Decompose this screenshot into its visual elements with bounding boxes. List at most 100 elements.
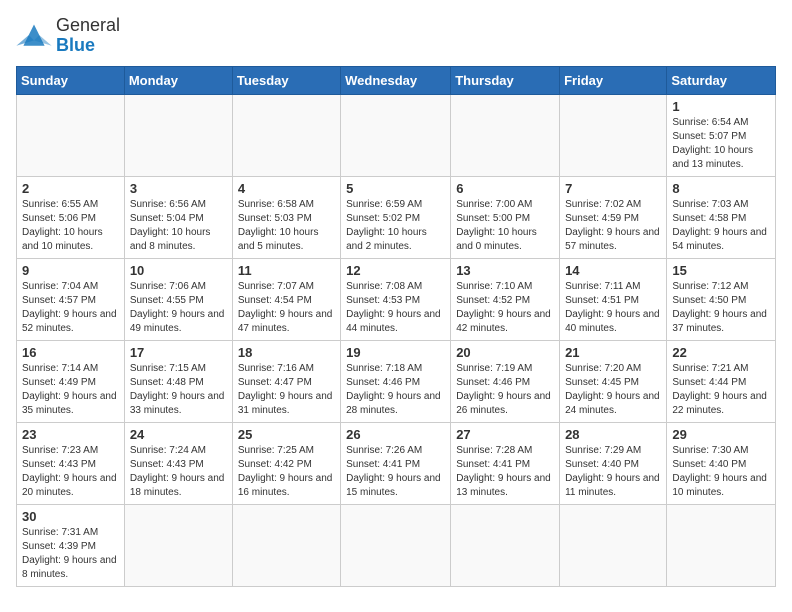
day-number: 11	[238, 263, 335, 278]
calendar-cell: 24 Sunrise: 7:24 AMSunset: 4:43 PMDayligh…	[124, 422, 232, 504]
day-info: Sunrise: 6:59 AMSunset: 5:02 PMDaylight:…	[346, 198, 445, 254]
weekday-header-saturday: Saturday	[667, 66, 776, 94]
day-info: Sunrise: 7:26 AMSunset: 4:41 PMDaylight:…	[346, 444, 445, 500]
day-number: 15	[672, 263, 770, 278]
calendar-cell: 13Sunrise: 7:10 AMSunset: 4:52 PMDayligh…	[451, 258, 560, 340]
day-info: Sunrise: 7:00 AMSunset: 5:00 PMDaylight:…	[456, 198, 554, 254]
calendar-cell: 8 Sunrise: 7:03 AMSunset: 4:58 PMDaylight…	[667, 176, 776, 258]
weekday-header-thursday: Thursday	[451, 66, 560, 94]
calendar-cell: 3 Sunrise: 6:56 AMSunset: 5:04 PMDaylight…	[124, 176, 232, 258]
day-number: 2	[22, 181, 119, 196]
calendar-cell	[124, 94, 232, 176]
calendar-cell: 1 Sunrise: 6:54 AMSunset: 5:07 PMDaylight…	[667, 94, 776, 176]
weekday-header-friday: Friday	[560, 66, 667, 94]
day-info: Sunrise: 7:30 AMSunset: 4:40 PMDaylight:…	[672, 444, 770, 500]
day-info: Sunrise: 7:23 AMSunset: 4:43 PMDaylight:…	[22, 444, 119, 500]
day-info: Sunrise: 7:08 AMSunset: 4:53 PMDaylight:…	[346, 280, 445, 336]
day-number: 27	[456, 427, 554, 442]
day-number: 23	[22, 427, 119, 442]
calendar-cell: 26 Sunrise: 7:26 AMSunset: 4:41 PMDayligh…	[341, 422, 451, 504]
day-number: 30	[22, 509, 119, 524]
day-number: 4	[238, 181, 335, 196]
calendar-cell: 18 Sunrise: 7:16 AMSunset: 4:47 PMDayligh…	[232, 340, 340, 422]
day-info: Sunrise: 7:31 AMSunset: 4:39 PMDaylight:…	[22, 526, 119, 582]
weekday-header-tuesday: Tuesday	[232, 66, 340, 94]
day-number: 26	[346, 427, 445, 442]
day-number: 6	[456, 181, 554, 196]
day-info: Sunrise: 7:12 AMSunset: 4:50 PMDaylight:…	[672, 280, 770, 336]
day-info: Sunrise: 7:29 AMSunset: 4:40 PMDaylight:…	[565, 444, 661, 500]
calendar-cell: 21Sunrise: 7:20 AMSunset: 4:45 PMDayligh…	[560, 340, 667, 422]
day-number: 28	[565, 427, 661, 442]
day-info: Sunrise: 7:14 AMSunset: 4:49 PMDaylight:…	[22, 362, 119, 418]
day-number: 18	[238, 345, 335, 360]
day-number: 8	[672, 181, 770, 196]
calendar-cell: 6 Sunrise: 7:00 AMSunset: 5:00 PMDaylight…	[451, 176, 560, 258]
day-number: 1	[672, 99, 770, 114]
calendar-week-5: 30 Sunrise: 7:31 AMSunset: 4:39 PMDayligh…	[17, 504, 776, 586]
calendar-cell: 9Sunrise: 7:04 AMSunset: 4:57 PMDaylight…	[17, 258, 125, 340]
day-number: 16	[22, 345, 119, 360]
calendar-cell	[667, 504, 776, 586]
day-info: Sunrise: 7:04 AMSunset: 4:57 PMDaylight:…	[22, 280, 119, 336]
calendar-cell: 29 Sunrise: 7:30 AMSunset: 4:40 PMDayligh…	[667, 422, 776, 504]
day-info: Sunrise: 7:15 AMSunset: 4:48 PMDaylight:…	[130, 362, 227, 418]
calendar-cell: 11 Sunrise: 7:07 AMSunset: 4:54 PMDayligh…	[232, 258, 340, 340]
calendar-cell	[341, 504, 451, 586]
calendar-cell: 27 Sunrise: 7:28 AMSunset: 4:41 PMDayligh…	[451, 422, 560, 504]
day-info: Sunrise: 7:25 AMSunset: 4:42 PMDaylight:…	[238, 444, 335, 500]
calendar-cell	[451, 94, 560, 176]
calendar-cell: 10 Sunrise: 7:06 AMSunset: 4:55 PMDayligh…	[124, 258, 232, 340]
calendar-cell: 25 Sunrise: 7:25 AMSunset: 4:42 PMDayligh…	[232, 422, 340, 504]
day-number: 14	[565, 263, 661, 278]
calendar-table: SundayMondayTuesdayWednesdayThursdayFrid…	[16, 66, 776, 587]
calendar-week-2: 9Sunrise: 7:04 AMSunset: 4:57 PMDaylight…	[17, 258, 776, 340]
day-number: 7	[565, 181, 661, 196]
day-number: 5	[346, 181, 445, 196]
day-info: Sunrise: 7:06 AMSunset: 4:55 PMDaylight:…	[130, 280, 227, 336]
logo-blue-text: Blue	[56, 35, 95, 55]
day-info: Sunrise: 7:24 AMSunset: 4:43 PMDaylight:…	[130, 444, 227, 500]
calendar-week-3: 16 Sunrise: 7:14 AMSunset: 4:49 PMDayligh…	[17, 340, 776, 422]
weekday-header-wednesday: Wednesday	[341, 66, 451, 94]
calendar-cell	[232, 94, 340, 176]
day-info: Sunrise: 6:56 AMSunset: 5:04 PMDaylight:…	[130, 198, 227, 254]
day-info: Sunrise: 7:19 AMSunset: 4:46 PMDaylight:…	[456, 362, 554, 418]
day-info: Sunrise: 7:07 AMSunset: 4:54 PMDaylight:…	[238, 280, 335, 336]
calendar-cell	[560, 504, 667, 586]
calendar-cell: 5 Sunrise: 6:59 AMSunset: 5:02 PMDaylight…	[341, 176, 451, 258]
calendar-cell	[451, 504, 560, 586]
day-info: Sunrise: 7:02 AMSunset: 4:59 PMDaylight:…	[565, 198, 661, 254]
weekday-header-sunday: Sunday	[17, 66, 125, 94]
calendar-cell: 19Sunrise: 7:18 AMSunset: 4:46 PMDayligh…	[341, 340, 451, 422]
day-info: Sunrise: 7:11 AMSunset: 4:51 PMDaylight:…	[565, 280, 661, 336]
day-number: 21	[565, 345, 661, 360]
calendar-cell: 4Sunrise: 6:58 AMSunset: 5:03 PMDaylight…	[232, 176, 340, 258]
day-number: 3	[130, 181, 227, 196]
calendar-cell: 17 Sunrise: 7:15 AMSunset: 4:48 PMDayligh…	[124, 340, 232, 422]
day-number: 10	[130, 263, 227, 278]
calendar-cell	[124, 504, 232, 586]
calendar-cell: 2 Sunrise: 6:55 AMSunset: 5:06 PMDaylight…	[17, 176, 125, 258]
calendar-cell: 23 Sunrise: 7:23 AMSunset: 4:43 PMDayligh…	[17, 422, 125, 504]
day-info: Sunrise: 7:16 AMSunset: 4:47 PMDaylight:…	[238, 362, 335, 418]
day-info: Sunrise: 6:55 AMSunset: 5:06 PMDaylight:…	[22, 198, 119, 254]
calendar-cell: 28 Sunrise: 7:29 AMSunset: 4:40 PMDayligh…	[560, 422, 667, 504]
calendar-cell	[341, 94, 451, 176]
day-info: Sunrise: 6:54 AMSunset: 5:07 PMDaylight:…	[672, 116, 770, 172]
calendar-cell: 15 Sunrise: 7:12 AMSunset: 4:50 PMDayligh…	[667, 258, 776, 340]
day-number: 20	[456, 345, 554, 360]
day-info: Sunrise: 7:28 AMSunset: 4:41 PMDaylight:…	[456, 444, 554, 500]
calendar-cell	[560, 94, 667, 176]
logo: GeneralBlue	[16, 16, 120, 56]
day-number: 25	[238, 427, 335, 442]
logo-icon	[16, 21, 52, 51]
day-info: Sunrise: 7:03 AMSunset: 4:58 PMDaylight:…	[672, 198, 770, 254]
calendar-cell	[232, 504, 340, 586]
day-number: 17	[130, 345, 227, 360]
day-number: 13	[456, 263, 554, 278]
day-info: Sunrise: 7:21 AMSunset: 4:44 PMDaylight:…	[672, 362, 770, 418]
day-number: 29	[672, 427, 770, 442]
day-number: 24	[130, 427, 227, 442]
calendar-week-0: 1 Sunrise: 6:54 AMSunset: 5:07 PMDaylight…	[17, 94, 776, 176]
